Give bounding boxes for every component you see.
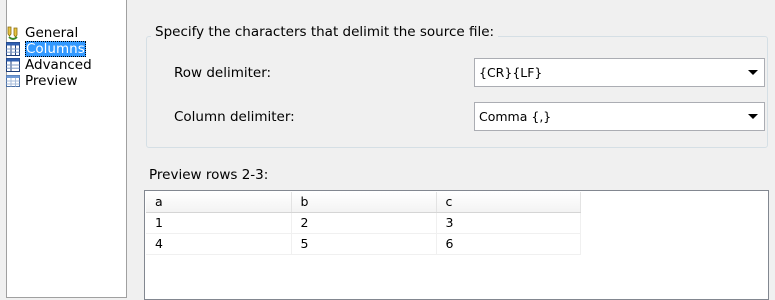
table-cell: 1 bbox=[146, 212, 292, 234]
nav-item-label: Advanced bbox=[25, 57, 92, 73]
columns-icon bbox=[6, 42, 20, 56]
nav-item-advanced[interactable]: Advanced bbox=[5, 57, 94, 73]
nav-item-general[interactable]: General bbox=[5, 25, 80, 41]
nav-item-label: Columns bbox=[25, 41, 86, 57]
advanced-icon bbox=[6, 58, 20, 72]
chevron-down-icon[interactable] bbox=[748, 70, 758, 75]
column-header[interactable]: c bbox=[436, 192, 581, 213]
column-delimiter-value: Comma {,} bbox=[479, 109, 552, 124]
row-delimiter-value: {CR}{LF} bbox=[479, 65, 543, 80]
delimiter-group-legend: Specify the characters that delimit the … bbox=[151, 24, 499, 40]
column-delimiter-combo[interactable]: Comma {,} bbox=[474, 102, 765, 131]
nav-item-label: Preview bbox=[25, 73, 78, 89]
table-cell: 2 bbox=[291, 212, 437, 234]
preview-icon bbox=[6, 75, 20, 87]
general-icon bbox=[7, 26, 18, 40]
column-header[interactable]: b bbox=[291, 192, 437, 213]
header-row: a b c bbox=[146, 192, 581, 213]
table-row[interactable]: 4 5 6 bbox=[146, 233, 581, 255]
chevron-down-icon[interactable] bbox=[748, 114, 758, 119]
table-cell: 4 bbox=[146, 233, 292, 255]
table-row[interactable]: 1 2 3 bbox=[146, 212, 581, 234]
column-header[interactable]: a bbox=[146, 192, 292, 213]
preview-grid[interactable]: a b c 1 2 3 4 5 6 bbox=[146, 192, 581, 255]
row-delimiter-label: Row delimiter: bbox=[174, 65, 272, 81]
nav-item-preview[interactable]: Preview bbox=[5, 73, 80, 89]
column-delimiter-label: Column delimiter: bbox=[174, 109, 295, 125]
preview-label: Preview rows 2-3: bbox=[149, 167, 269, 183]
table-cell: 3 bbox=[436, 212, 581, 234]
row-delimiter-combo[interactable]: {CR}{LF} bbox=[474, 58, 765, 87]
nav-item-label: General bbox=[25, 25, 79, 41]
delimiter-group bbox=[146, 36, 768, 148]
table-cell: 6 bbox=[436, 233, 581, 255]
nav-item-columns[interactable]: Columns bbox=[5, 41, 86, 57]
table-cell: 5 bbox=[291, 233, 437, 255]
